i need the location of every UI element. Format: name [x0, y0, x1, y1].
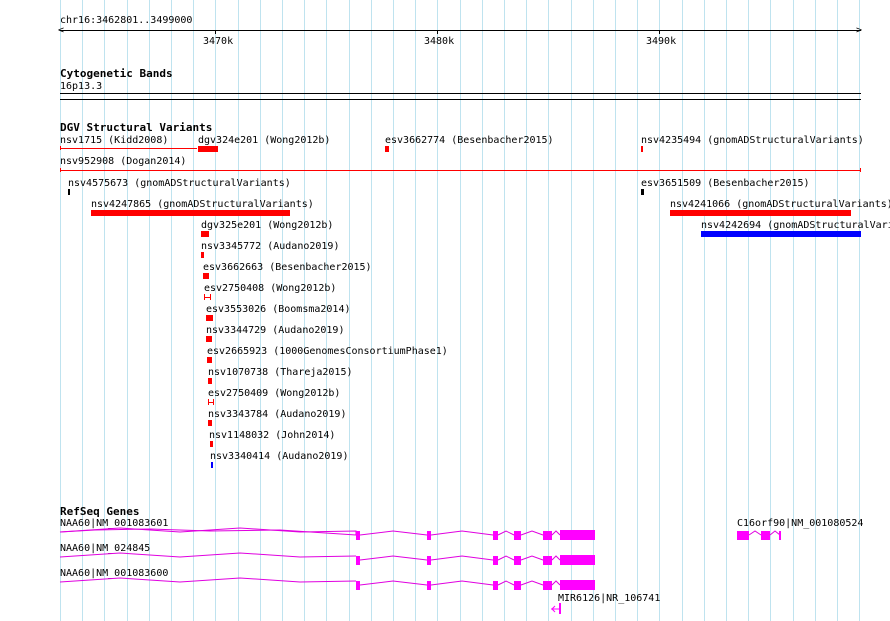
gene-models: [59, 527, 781, 614]
gene-model[interactable]: [59, 527, 595, 540]
gene-model[interactable]: [59, 552, 595, 565]
genome-browser-view: chr16:3462801..3499000 < > 3470k 3480k 3…: [0, 0, 890, 621]
gene-model[interactable]: [551, 603, 561, 614]
gene-model[interactable]: [59, 577, 595, 590]
gene-model[interactable]: [737, 530, 781, 540]
